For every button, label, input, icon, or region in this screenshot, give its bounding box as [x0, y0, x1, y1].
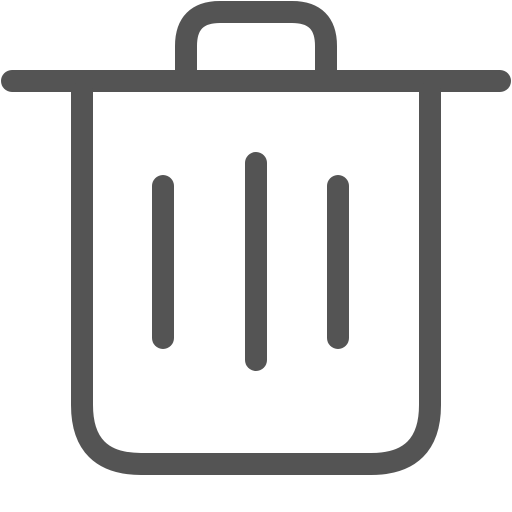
trash-icon: [1, 1, 511, 475]
lid-handle: [175, 1, 337, 91]
icon-canvas: [0, 0, 512, 512]
